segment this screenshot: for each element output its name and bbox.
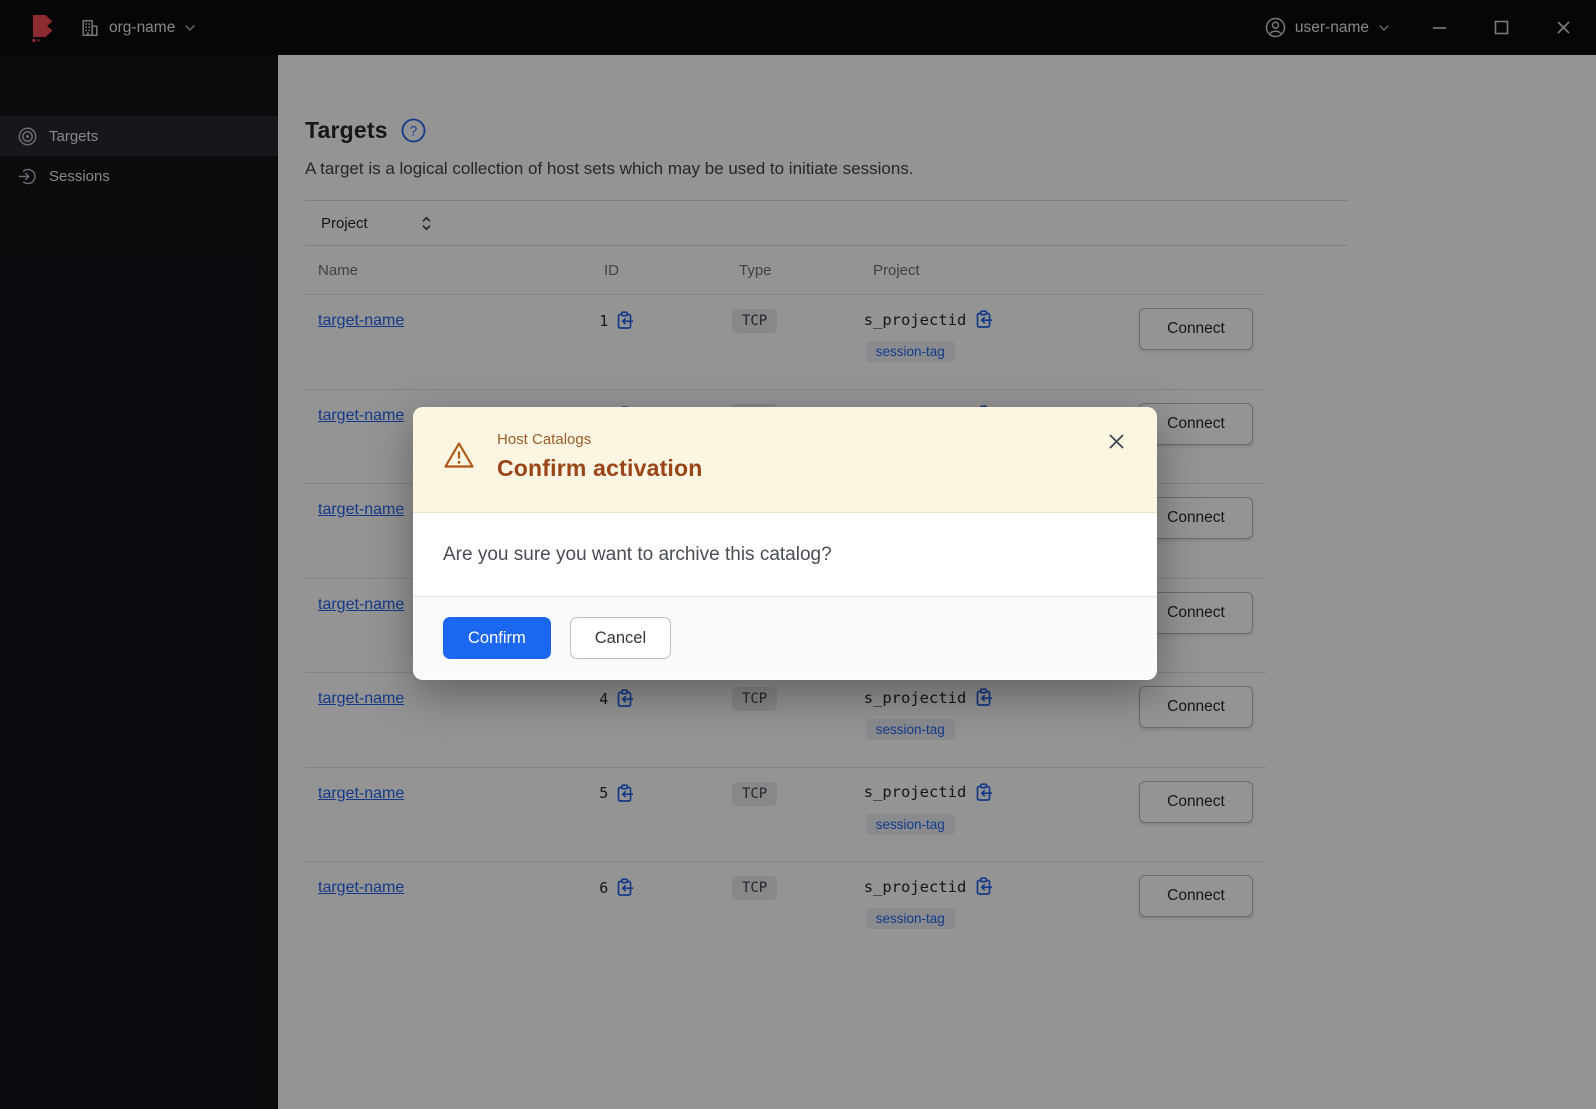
warning-icon — [444, 442, 474, 468]
close-icon — [1108, 433, 1124, 449]
cancel-button[interactable]: Cancel — [569, 617, 672, 659]
dialog-message: Are you sure you want to archive this ca… — [443, 543, 832, 565]
dialog-footer: Confirm Cancel — [413, 596, 1157, 679]
dialog-close-button[interactable] — [1105, 430, 1127, 452]
dialog-context-label: Host Catalogs — [497, 431, 592, 448]
dialog-header: Host Catalogs Confirm activation — [413, 407, 1157, 513]
confirm-dialog: Host Catalogs Confirm activation Are you… — [413, 407, 1157, 680]
dialog-title: Confirm activation — [497, 455, 703, 481]
dialog-body: Are you sure you want to archive this ca… — [413, 513, 1157, 596]
confirm-button[interactable]: Confirm — [443, 617, 551, 659]
